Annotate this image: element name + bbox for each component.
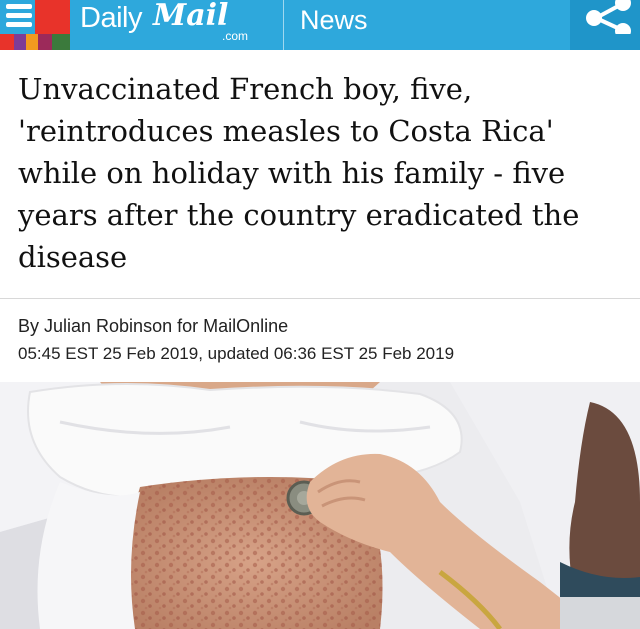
menu-color-tile — [52, 34, 70, 50]
child-stethoscope-photo — [0, 382, 640, 629]
share-button[interactable] — [570, 0, 640, 50]
menu-color-tile — [0, 34, 14, 50]
hamburger-menu-icon — [6, 4, 32, 28]
logo-mail-text: Mail — [153, 0, 229, 33]
logo-daily-text: Daily — [80, 2, 142, 34]
menu-button[interactable] — [0, 0, 70, 50]
top-nav-bar: Daily Mail .com News — [0, 0, 640, 50]
nav-divider — [283, 0, 284, 50]
menu-color-tile — [26, 34, 38, 50]
logo-com-text: .com — [222, 29, 249, 43]
menu-color-tile — [14, 34, 26, 50]
share-icon — [586, 0, 631, 34]
menu-color-tile — [38, 34, 52, 50]
article-byline[interactable]: By Julian Robinson for MailOnline — [18, 316, 288, 337]
headline-divider — [0, 298, 640, 299]
article-headline: Unvaccinated French boy, five, 'reintrod… — [18, 72, 580, 274]
article-photo[interactable] — [0, 382, 640, 629]
article-dateline: 05:45 EST 25 Feb 2019, updated 06:36 EST… — [18, 344, 455, 363]
site-logo[interactable]: Daily Mail .com — [80, 0, 270, 50]
menu-color-tile — [35, 0, 70, 34]
section-label[interactable]: News — [300, 5, 368, 36]
